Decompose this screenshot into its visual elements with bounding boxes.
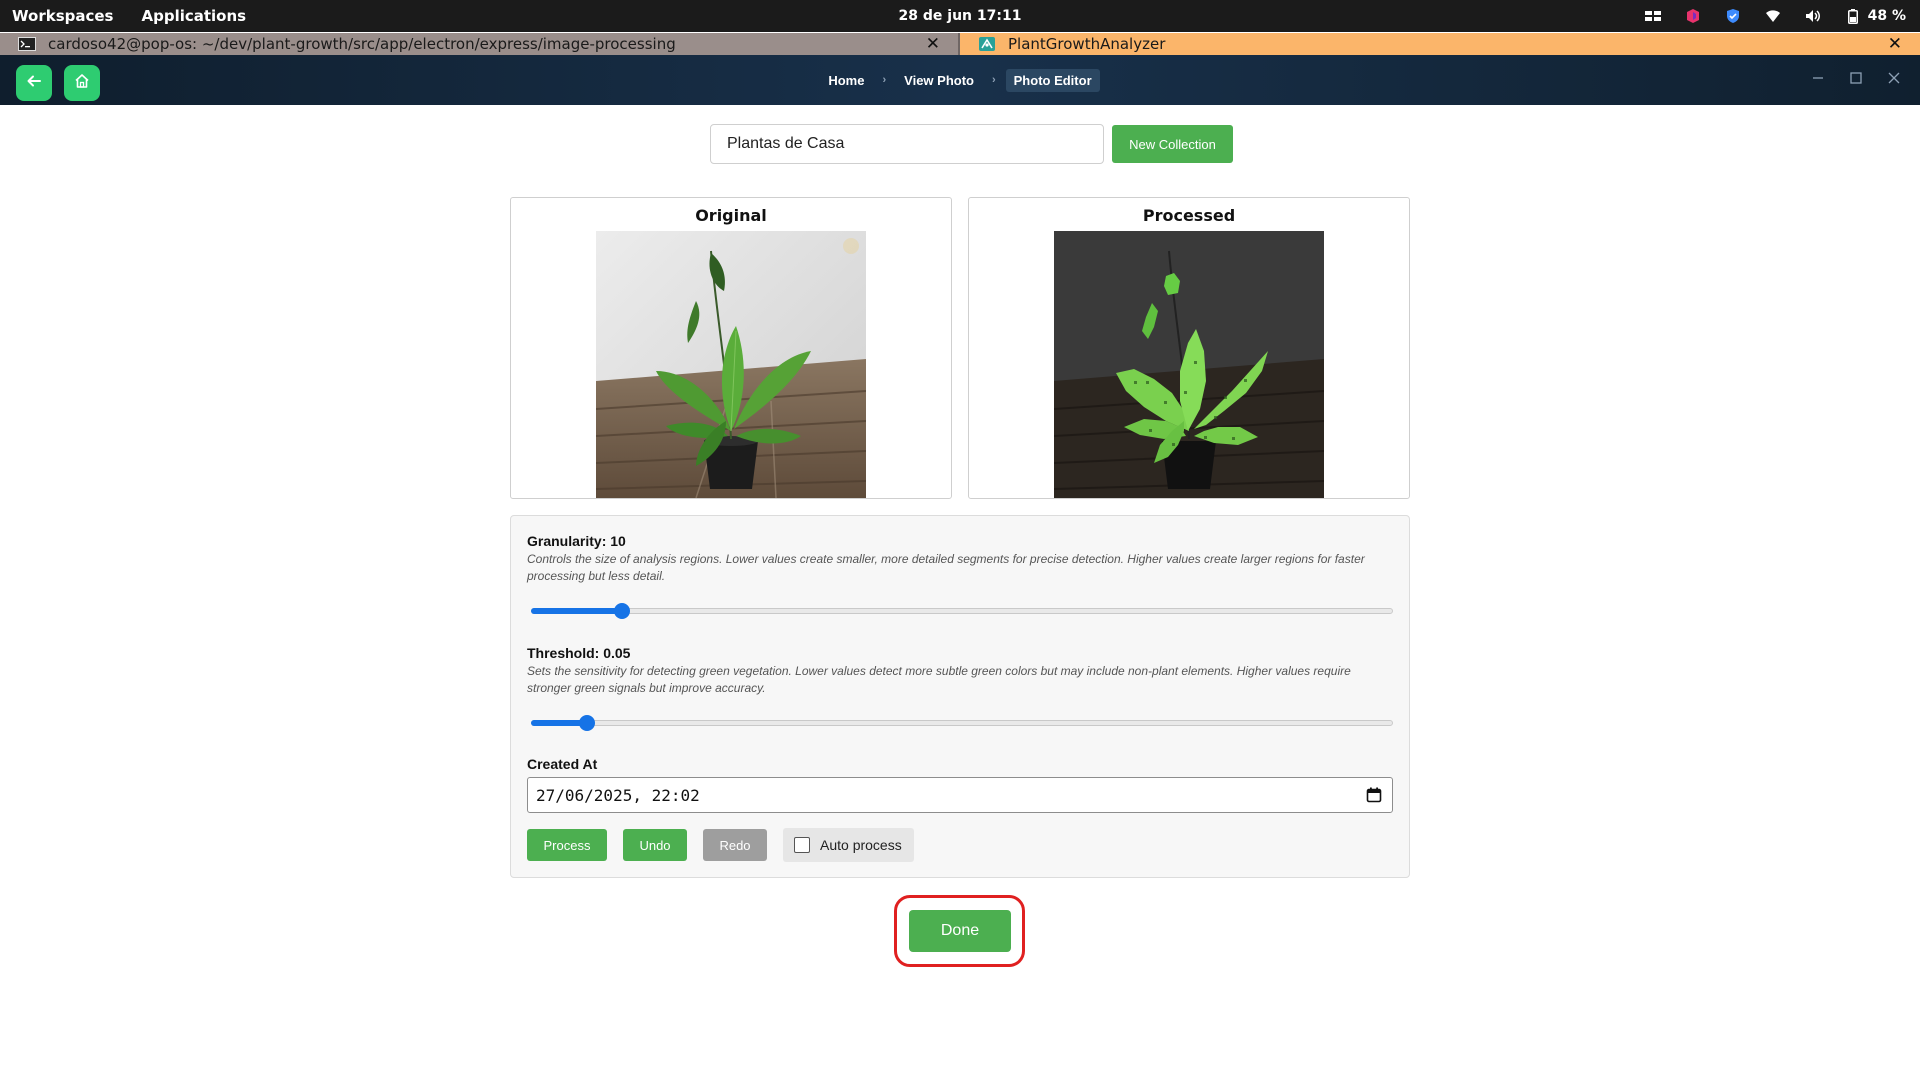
granularity-slider-thumb[interactable]: [613, 603, 630, 619]
volume-icon[interactable]: [1804, 7, 1822, 25]
battery-icon: [1844, 7, 1862, 25]
breadcrumb-separator: ›: [991, 74, 996, 86]
workspace-grid-icon[interactable]: [1644, 7, 1662, 25]
wifi-icon[interactable]: [1764, 7, 1782, 25]
battery-percentage: 48 %: [1867, 8, 1906, 24]
back-button[interactable]: [16, 65, 52, 101]
created-at-label: Created At: [527, 756, 598, 772]
battery-indicator[interactable]: 48 %: [1844, 7, 1906, 25]
breadcrumb-view-photo[interactable]: View Photo: [896, 69, 982, 92]
auto-process-checkbox[interactable]: [794, 837, 810, 853]
app-header: Home › View Photo › Photo Editor: [0, 55, 1920, 105]
tab-terminal[interactable]: cardoso42@pop-os: ~/dev/plant-growth/src…: [0, 33, 960, 55]
undo-button[interactable]: Undo: [623, 829, 687, 861]
new-collection-button[interactable]: New Collection: [1112, 125, 1233, 163]
granularity-label: Granularity: 10: [527, 533, 626, 549]
created-at-datetime-input[interactable]: 27/06/2025, 22:02: [527, 777, 1393, 813]
applications-menu[interactable]: Applications: [141, 7, 246, 25]
breadcrumb-separator: ›: [882, 74, 887, 86]
auto-process-label: Auto process: [820, 837, 902, 853]
app-icon: [978, 37, 996, 51]
processed-image-panel: Processed: [968, 197, 1410, 499]
processed-photo: [1054, 231, 1324, 498]
collection-name-input[interactable]: Plantas de Casa: [710, 124, 1104, 164]
window-tab-bar: cardoso42@pop-os: ~/dev/plant-growth/src…: [0, 33, 1920, 55]
close-window-icon[interactable]: [1888, 71, 1900, 89]
threshold-label: Threshold: 0.05: [527, 645, 631, 661]
vpn-shield-icon[interactable]: [1724, 7, 1742, 25]
maximize-icon[interactable]: [1850, 71, 1862, 89]
breadcrumb-home[interactable]: Home: [820, 69, 872, 92]
minimize-icon[interactable]: [1812, 71, 1824, 89]
original-image-panel: Original: [510, 197, 952, 499]
original-title: Original: [695, 206, 767, 225]
process-button[interactable]: Process: [527, 829, 607, 861]
processed-title: Processed: [1142, 206, 1236, 225]
os-top-bar: Workspaces Applications 28 de jun 17:11 …: [0, 0, 1920, 32]
original-photo: [596, 231, 866, 498]
terminal-icon: [18, 37, 36, 51]
close-icon[interactable]: ✕: [926, 34, 940, 54]
app-indicator-icon[interactable]: [1684, 7, 1702, 25]
threshold-description: Sets the sensitivity for detecting green…: [527, 664, 1351, 695]
home-button[interactable]: [64, 65, 100, 101]
granularity-description: Controls the size of analysis regions. L…: [527, 552, 1365, 583]
home-icon: [74, 73, 90, 94]
done-button[interactable]: Done: [909, 910, 1011, 952]
system-clock[interactable]: 28 de jun 17:11: [899, 8, 1022, 24]
redo-button[interactable]: Redo: [703, 829, 767, 861]
threshold-slider-thumb[interactable]: [579, 715, 596, 731]
workspaces-menu[interactable]: Workspaces: [12, 7, 113, 25]
calendar-icon[interactable]: [1366, 787, 1382, 807]
threshold-slider[interactable]: [531, 714, 1393, 732]
tab-terminal-title: cardoso42@pop-os: ~/dev/plant-growth/src…: [48, 35, 676, 53]
processing-controls: Granularity: 10 Controls the size of ana…: [510, 515, 1410, 878]
auto-process-toggle[interactable]: Auto process: [783, 828, 914, 862]
created-at-value: 27/06/2025, 22:02: [536, 785, 700, 805]
tab-plant-growth-analyzer[interactable]: PlantGrowthAnalyzer ✕: [960, 33, 1920, 55]
breadcrumb-photo-editor[interactable]: Photo Editor: [1005, 68, 1100, 92]
close-icon[interactable]: ✕: [1888, 34, 1902, 54]
tab-app-title: PlantGrowthAnalyzer: [1008, 35, 1166, 53]
breadcrumb: Home › View Photo › Photo Editor: [0, 55, 1920, 105]
granularity-slider[interactable]: [531, 602, 1393, 620]
arrow-left-icon: [27, 74, 41, 93]
